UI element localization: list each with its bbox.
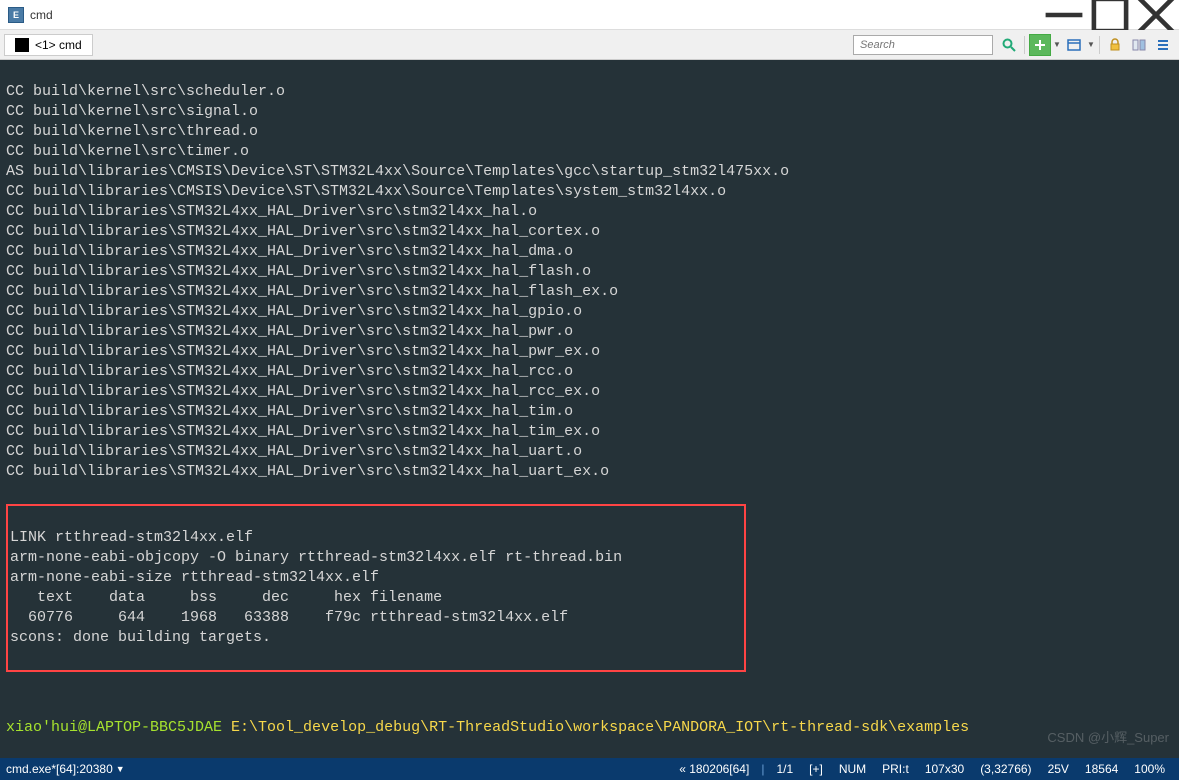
status-seg-3: [+]	[809, 762, 823, 776]
new-tab-button[interactable]	[1029, 34, 1051, 56]
close-button[interactable]	[1133, 0, 1179, 30]
terminal-line: CC build\kernel\src\scheduler.o	[6, 82, 1173, 102]
terminal-icon	[15, 38, 29, 52]
window-controls	[1041, 0, 1179, 30]
terminal-line: AS build\libraries\CMSIS\Device\ST\STM32…	[6, 162, 1173, 182]
terminal-line: 60776 644 1968 63388 f79c rtthread-stm32…	[10, 608, 742, 628]
terminal-line: scons: done building targets.	[10, 628, 742, 648]
window-title: cmd	[30, 8, 1041, 22]
lock-icon[interactable]	[1104, 34, 1126, 56]
tab-cmd[interactable]: <1> cmd	[4, 34, 93, 56]
prompt-user: xiao'hui@LAPTOP-BBC5JDAE	[6, 719, 222, 736]
terminal-line: CC build\libraries\STM32L4xx_HAL_Driver\…	[6, 202, 1173, 222]
terminal-line: CC build\libraries\STM32L4xx_HAL_Driver\…	[6, 222, 1173, 242]
highlighted-output: LINK rtthread-stm32l4xx.elfarm-none-eabi…	[6, 504, 746, 672]
toolbar: <1> cmd ▼ ▼	[0, 30, 1179, 60]
status-seg-6: 107x30	[925, 762, 964, 776]
terminal-line: LINK rtthread-stm32l4xx.elf	[10, 528, 742, 548]
app-icon: E	[8, 7, 24, 23]
split-view-icon[interactable]	[1128, 34, 1150, 56]
status-seg-7: (3,32766)	[980, 762, 1031, 776]
terminal-line: CC build\libraries\STM32L4xx_HAL_Driver\…	[6, 342, 1173, 362]
terminal-output[interactable]: CC build\kernel\src\scheduler.oCC build\…	[0, 60, 1179, 758]
status-seg-9: 18564	[1085, 762, 1118, 776]
search-icon[interactable]	[998, 34, 1020, 56]
terminal-line: CC build\kernel\src\timer.o	[6, 142, 1173, 162]
chevron-down-icon[interactable]: ▼	[116, 764, 125, 774]
terminal-line: arm-none-eabi-objcopy -O binary rtthread…	[10, 548, 742, 568]
status-seg-1: « 180206[64]	[679, 762, 749, 776]
terminal-line: CC build\libraries\STM32L4xx_HAL_Driver\…	[6, 462, 1173, 482]
terminal-line: CC build\libraries\STM32L4xx_HAL_Driver\…	[6, 402, 1173, 422]
terminal-line: CC build\libraries\STM32L4xx_HAL_Driver\…	[6, 382, 1173, 402]
maximize-button[interactable]	[1087, 0, 1133, 30]
terminal-line: text data bss dec hex filename	[10, 588, 742, 608]
terminal-line: CC build\libraries\STM32L4xx_HAL_Driver\…	[6, 262, 1173, 282]
terminal-line: CC build\libraries\STM32L4xx_HAL_Driver\…	[6, 362, 1173, 382]
status-process: cmd.exe*[64]:20380	[6, 762, 113, 776]
tab-label: <1> cmd	[35, 38, 82, 52]
terminal-line: CC build\libraries\STM32L4xx_HAL_Driver\…	[6, 322, 1173, 342]
status-seg-10: 100%	[1134, 762, 1165, 776]
window-icon[interactable]	[1063, 34, 1085, 56]
status-seg-4: NUM	[839, 762, 866, 776]
status-seg-8: 25V	[1048, 762, 1069, 776]
statusbar: cmd.exe*[64]:20380 ▼ « 180206[64] | 1/1 …	[0, 758, 1179, 780]
status-seg-5: PRI:t	[882, 762, 909, 776]
watermark: CSDN @小辉_Super	[1047, 728, 1169, 748]
minimize-button[interactable]	[1041, 0, 1087, 30]
terminal-line: CC build\kernel\src\signal.o	[6, 102, 1173, 122]
terminal-line: CC build\libraries\STM32L4xx_HAL_Driver\…	[6, 242, 1173, 262]
terminal-line: CC build\kernel\src\thread.o	[6, 122, 1173, 142]
new-tab-dropdown[interactable]: ▼	[1052, 40, 1062, 49]
window-titlebar: E cmd	[0, 0, 1179, 30]
menu-icon[interactable]	[1152, 34, 1174, 56]
terminal-line: CC build\libraries\STM32L4xx_HAL_Driver\…	[6, 442, 1173, 462]
terminal-line: CC build\libraries\STM32L4xx_HAL_Driver\…	[6, 422, 1173, 442]
terminal-line: CC build\libraries\CMSIS\Device\ST\STM32…	[6, 182, 1173, 202]
prompt-path: E:\Tool_develop_debug\RT-ThreadStudio\wo…	[222, 719, 969, 736]
status-seg-2: 1/1	[776, 762, 793, 776]
window-dropdown[interactable]: ▼	[1086, 40, 1096, 49]
search-input[interactable]	[853, 35, 993, 55]
terminal-line: CC build\libraries\STM32L4xx_HAL_Driver\…	[6, 302, 1173, 322]
terminal-line: CC build\libraries\STM32L4xx_HAL_Driver\…	[6, 282, 1173, 302]
terminal-line: arm-none-eabi-size rtthread-stm32l4xx.el…	[10, 568, 742, 588]
